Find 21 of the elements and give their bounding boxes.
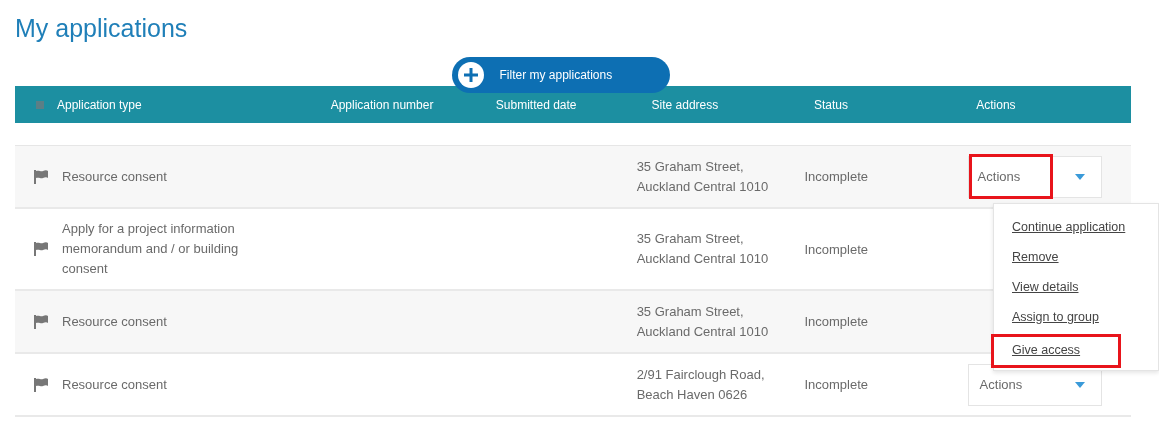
table-cell: Resource consent xyxy=(62,168,167,184)
column-header: Actions xyxy=(976,97,1017,112)
column-header: Application number xyxy=(330,97,435,112)
table-cell: Incomplete xyxy=(804,169,868,184)
table-cell: Incomplete xyxy=(804,241,868,257)
column-header: Application type xyxy=(56,97,143,112)
table-cell: 35 Graham Street, Auckland Central 1010 xyxy=(636,231,769,266)
column-header: Submitted date xyxy=(495,97,578,112)
dropdown-label: Actions xyxy=(978,376,1024,394)
table-cell: Apply for a project information memorandum and / or building consent xyxy=(62,221,239,276)
table-cell: 2/91 Fairclough Road, Beach Haven 0626 xyxy=(636,366,765,402)
table-cell: Resource consent xyxy=(62,376,167,392)
table-cell: 35 Graham Street, Auckland Central 1010 xyxy=(636,158,769,194)
dropdown-label: Actions xyxy=(968,154,1054,199)
table-cell: Incomplete xyxy=(804,314,868,329)
page-title: My applications xyxy=(14,13,189,44)
table-cell: Resource consent xyxy=(62,313,167,329)
table-cell: Incomplete xyxy=(804,377,868,392)
column-header: Status xyxy=(813,97,849,112)
column-header: Site address xyxy=(651,97,720,112)
table-cell: 35 Graham Street, Auckland Central 1010 xyxy=(636,303,769,339)
